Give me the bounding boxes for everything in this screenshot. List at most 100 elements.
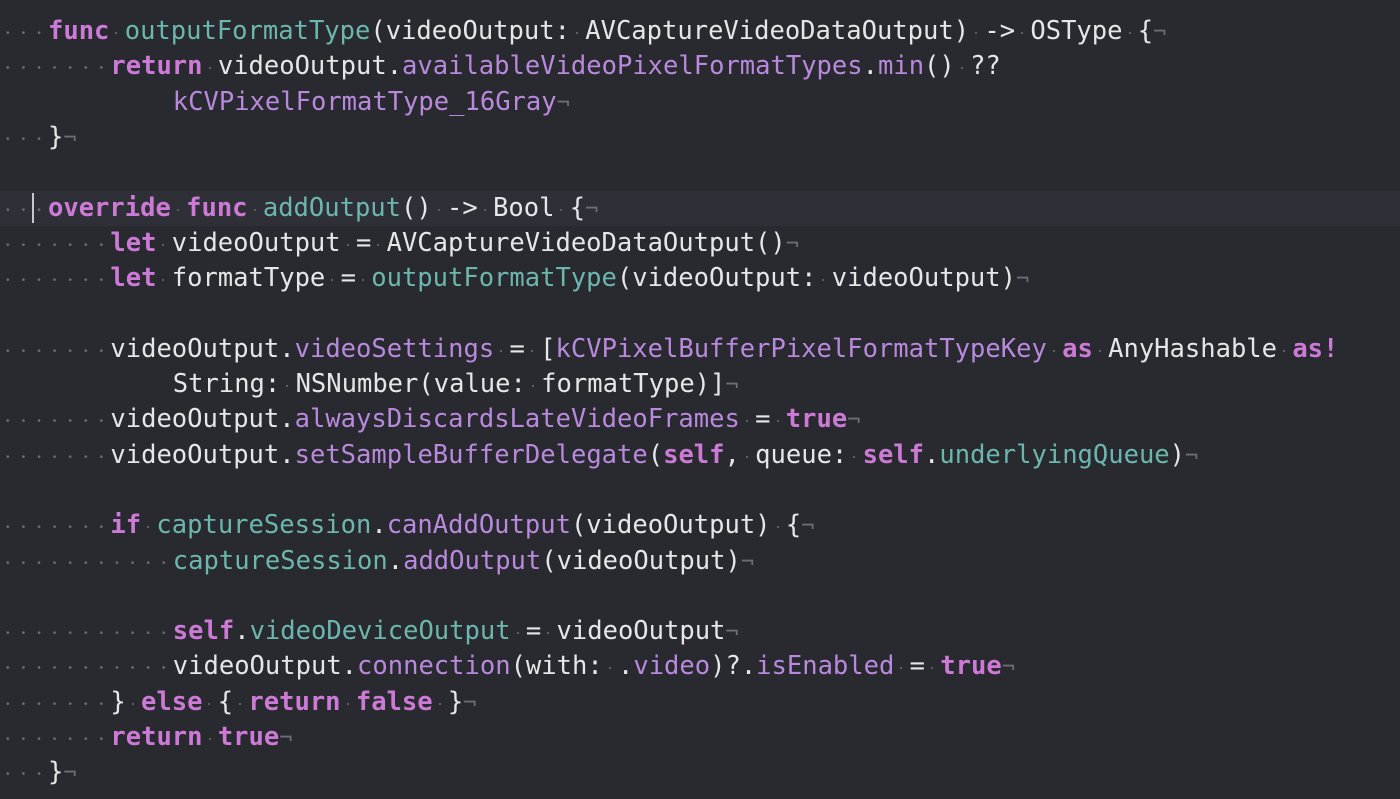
indent-whitespace-dots — [0, 49, 110, 85]
code-line[interactable]: return true — [0, 720, 1400, 756]
code-token: () — [401, 192, 432, 223]
code-token: -> — [984, 16, 1016, 46]
code-token: . — [234, 616, 250, 647]
code-line[interactable]: let videoOutput = AVCaptureVideoDataOutput(… — [0, 225, 1400, 262]
code-token: addOutput — [262, 192, 402, 223]
space-dot — [248, 191, 263, 217]
code-text: String: NSNumber(value: formatType)] — [173, 367, 739, 403]
code-line[interactable]: return videoOutput.availableVideoPixelFor… — [0, 49, 1400, 85]
space-dot — [969, 14, 984, 40]
space-dot — [233, 685, 248, 711]
blank-line[interactable] — [0, 473, 1400, 508]
space-dot — [511, 614, 526, 640]
code-token: setSampleBufferDelegate — [294, 439, 648, 470]
code-token: true — [940, 651, 1002, 682]
code-token: String: — [172, 369, 281, 399]
code-token: AVCaptureVideoDataOutput() — [386, 227, 786, 258]
space-dot — [203, 720, 218, 746]
code-text: if captureSession.canAddOutput(videoOutpu… — [110, 508, 814, 544]
code-token: (videoOutput) — [570, 510, 771, 541]
space-dot — [141, 508, 156, 534]
code-line[interactable]: String: NSNumber(value: formatType)] — [0, 367, 1400, 402]
code-token: false — [355, 686, 433, 717]
indent-whitespace-dots — [0, 720, 110, 756]
code-line[interactable]: if captureSession.canAddOutput(videoOutpu… — [0, 508, 1400, 544]
indent-whitespace-dots — [0, 649, 172, 685]
blank-line[interactable] — [0, 296, 1400, 331]
code-token: func — [48, 16, 110, 46]
code-line[interactable]: captureSession.addOutput(videoOutput) — [0, 543, 1400, 579]
code-line[interactable]: kCVPixelFormatType_16Gray — [0, 85, 1400, 120]
line-end-marker — [63, 761, 76, 786]
indent-whitespace-dots — [0, 437, 110, 473]
code-token: self — [172, 616, 235, 647]
line-end-marker — [847, 408, 860, 433]
code-line[interactable]: self.videoDeviceOutput = videoOutput — [0, 614, 1400, 650]
space-dot — [1093, 332, 1108, 358]
line-end-marker — [63, 126, 76, 151]
code-token: return — [110, 51, 203, 82]
code-token: self — [663, 439, 725, 470]
line-end-marker — [1002, 655, 1015, 680]
code-token: { — [217, 686, 234, 717]
code-token: self — [862, 439, 925, 470]
code-text: videoOutput.alwaysDiscardsLateVideoFrame… — [110, 402, 860, 438]
code-token: let — [110, 263, 157, 294]
blank-line[interactable] — [0, 155, 1400, 190]
indent-whitespace-dots — [0, 508, 110, 544]
code-text: videoOutput.setSampleBufferDelegate(self… — [110, 438, 1198, 474]
code-token: = — [509, 333, 525, 364]
code-token: as! — [1292, 333, 1339, 364]
code-text: self.videoDeviceOutput = videoOutput — [173, 614, 739, 650]
indent-whitespace-dots — [0, 119, 47, 156]
code-token: captureSession — [172, 545, 388, 576]
code-text: } — [48, 755, 77, 791]
code-line[interactable]: videoOutput.videoSettings = [kCVPixelBuffe… — [0, 331, 1400, 367]
space-dot — [156, 226, 171, 252]
code-token: connection — [357, 651, 511, 682]
code-token: AVCaptureVideoDataOutput) — [585, 16, 970, 46]
space-dot — [478, 191, 493, 217]
code-token: { — [785, 510, 802, 541]
code-token: = — [755, 404, 771, 435]
blank-line[interactable] — [0, 579, 1400, 614]
line-end-marker — [1153, 20, 1166, 45]
space-dot — [771, 402, 786, 428]
code-token: let — [110, 227, 157, 258]
line-end-marker — [1185, 444, 1198, 469]
code-token: formatType — [171, 263, 326, 294]
source-editor[interactable]: func outputFormatType(videoOutput: AVCaptu… — [0, 0, 1400, 799]
code-token: . — [924, 439, 940, 470]
code-text: let formatType = outputFormatType(videoOutp… — [110, 261, 1029, 297]
code-token: . — [371, 510, 387, 541]
space-dot — [541, 614, 556, 640]
code-token: kCVPixelBufferPixelFormatTypeKey — [555, 333, 1047, 364]
text-cursor — [32, 192, 34, 223]
code-token: return — [110, 722, 203, 752]
code-token: } — [110, 686, 126, 717]
code-line[interactable]: videoOutput.alwaysDiscardsLateVideoFrame… — [0, 402, 1400, 438]
code-token: captureSession — [156, 510, 372, 541]
code-line[interactable]: videoOutput.connection(with: .video)?.isE… — [0, 649, 1400, 685]
code-line[interactable]: } else {return false} — [0, 684, 1400, 720]
code-line[interactable]: videoOutput.setSampleBufferDelegate(self… — [0, 437, 1400, 474]
code-token: video — [633, 651, 711, 682]
code-line[interactable]: } — [0, 119, 1400, 156]
code-line[interactable]: } — [0, 755, 1400, 791]
space-dot — [526, 367, 541, 393]
space-dot — [171, 191, 186, 217]
code-token: -> — [447, 192, 478, 223]
code-line[interactable]: func outputFormatType(videoOutput: AVCaptu… — [0, 14, 1400, 50]
space-dot — [109, 14, 124, 40]
code-token: return — [248, 686, 341, 717]
line-end-marker — [463, 691, 476, 716]
space-dot — [740, 438, 755, 464]
code-line[interactable]: override func addOutput() -> Bool { — [0, 190, 1400, 226]
space-dot — [494, 332, 509, 358]
code-line[interactable]: let formatType = outputFormatType(videoOutp… — [0, 261, 1400, 297]
space-dot — [1015, 14, 1030, 40]
code-token: true — [217, 722, 280, 752]
code-token: { — [569, 192, 586, 223]
line-end-marker — [725, 620, 738, 645]
space-dot — [554, 191, 569, 217]
